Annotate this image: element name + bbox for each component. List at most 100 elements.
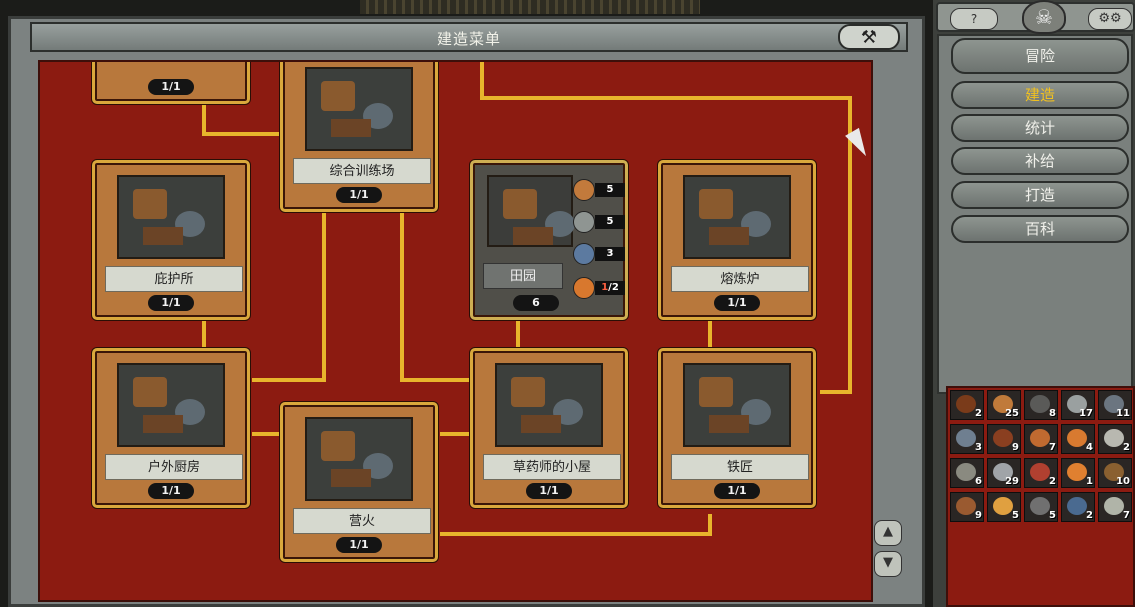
item-count: 3 — [975, 442, 982, 453]
resource-cost: 5 — [573, 179, 625, 201]
building-name: 草药师的小屋 — [483, 454, 621, 480]
item-count: 5 — [1012, 510, 1019, 521]
building-card-top[interactable]: 1/1 — [92, 62, 250, 104]
inventory-slot[interactable]: 9 — [987, 424, 1021, 454]
chevron-down-icon: ▼ — [883, 555, 893, 570]
skull-emblem-icon: ☠ — [1022, 0, 1066, 34]
level-badge: 1/1 — [148, 483, 194, 499]
item-count: 29 — [1005, 476, 1019, 487]
title-bar: 建造菜单 — [30, 22, 908, 52]
pickaxe-icon — [956, 497, 976, 515]
item-count: 2 — [1086, 510, 1093, 521]
inventory-slot[interactable]: 8 — [1024, 390, 1058, 420]
item-count: 8 — [1049, 408, 1056, 419]
inventory-slot[interactable]: 2 — [1024, 458, 1058, 488]
building-card-kitchen[interactable]: 户外厨房 1/1 — [92, 348, 250, 508]
building-name: 综合训练场 — [293, 158, 431, 184]
skull-icon — [1104, 429, 1124, 447]
nav-encyclopedia[interactable]: 百科 — [951, 215, 1129, 243]
top-ornament — [360, 0, 700, 14]
food-orb-icon — [573, 277, 595, 299]
settings-button[interactable]: ⚙⚙ — [1088, 8, 1132, 30]
stone-icon — [573, 211, 595, 233]
inventory-slot[interactable]: 6 — [950, 458, 984, 488]
building-image — [117, 363, 225, 447]
inventory-slot[interactable]: 25 — [987, 390, 1021, 420]
building-image — [305, 67, 413, 151]
inventory-slot[interactable]: 9 — [950, 492, 984, 522]
wire — [252, 212, 326, 382]
nav-stats[interactable]: 统计 — [951, 114, 1129, 142]
building-card-training-ground[interactable]: 综合训练场 1/1 — [280, 62, 438, 212]
chevron-up-icon: ▲ — [883, 524, 893, 539]
close-button[interactable]: ⚒ — [838, 24, 900, 50]
building-name: 户外厨房 — [105, 454, 243, 480]
nav-adventure[interactable]: 冒险 — [951, 38, 1129, 74]
level-badge: 1/1 — [714, 295, 760, 311]
inventory-slot[interactable]: 7 — [1098, 492, 1132, 522]
level-badge: 1/1 — [336, 537, 382, 553]
inventory-slot[interactable]: 5 — [1024, 492, 1058, 522]
scroll-up-button[interactable]: ▲ — [874, 520, 902, 546]
inventory-slot[interactable]: 7 — [1024, 424, 1058, 454]
building-card-herbalist[interactable]: 草药师的小屋 1/1 — [470, 348, 628, 508]
inventory-slot[interactable]: 2 — [950, 390, 984, 420]
building-name: 铁匠 — [671, 454, 809, 480]
level-badge: 1/1 — [148, 79, 194, 95]
inventory-slot[interactable]: 2 — [1061, 492, 1095, 522]
gear-icon: ⚙⚙ — [1098, 11, 1122, 26]
inventory-slot[interactable]: 10 — [1098, 458, 1132, 488]
resource-value: 5 — [595, 215, 625, 229]
building-card-smith[interactable]: 铁匠 1/1 — [658, 348, 816, 508]
wire — [202, 102, 282, 136]
building-name: 田园 — [483, 263, 563, 289]
building-image — [305, 417, 413, 501]
food-orb-icon — [1067, 429, 1087, 447]
item-count: 9 — [975, 510, 982, 521]
building-image — [117, 175, 225, 259]
inventory-slot[interactable]: 11 — [1098, 390, 1132, 420]
resource-cost: 1/2 — [573, 277, 625, 299]
nav-supply[interactable]: 补给 — [951, 147, 1129, 175]
building-card-farm[interactable]: 5 5 3 1/2 田园 6 — [470, 160, 628, 320]
rock-icon — [1030, 395, 1050, 413]
nav-craft[interactable]: 打造 — [951, 181, 1129, 209]
item-count: 5 — [1049, 510, 1056, 521]
item-count: 6 — [975, 476, 982, 487]
inventory-slot[interactable]: 3 — [950, 424, 984, 454]
item-count: 7 — [1049, 442, 1056, 453]
item-count: 10 — [1116, 476, 1130, 487]
ember-icon — [1067, 463, 1087, 481]
sun-orb-icon — [993, 497, 1013, 515]
resource-value: 5 — [595, 183, 625, 197]
inventory-slot[interactable]: 5 — [987, 492, 1021, 522]
connection-wires — [202, 62, 852, 536]
building-name: 熔炼炉 — [671, 266, 809, 292]
ore-icon — [1030, 497, 1050, 515]
inventory-slot[interactable]: 17 — [1061, 390, 1095, 420]
building-card-shelter[interactable]: 庇护所 1/1 — [92, 160, 250, 320]
item-count: 2 — [1123, 442, 1130, 453]
inventory-slot[interactable]: 1 — [1061, 458, 1095, 488]
nav-build[interactable]: 建造 — [951, 81, 1129, 109]
wire — [440, 514, 712, 536]
item-count: 4 — [1086, 442, 1093, 453]
building-card-campfire[interactable]: 营火 1/1 — [280, 402, 438, 562]
building-card-smelter[interactable]: 熔炼炉 1/1 — [658, 160, 816, 320]
item-count: 11 — [1116, 408, 1130, 419]
wire — [400, 212, 472, 382]
inventory-slot[interactable]: 29 — [987, 458, 1021, 488]
help-button[interactable]: ? — [950, 8, 998, 30]
orb-icon — [573, 243, 595, 265]
building-image — [683, 363, 791, 447]
mushroom-icon — [1030, 429, 1050, 447]
branch-icon — [956, 395, 976, 413]
item-count: 2 — [1049, 476, 1056, 487]
inventory-slot[interactable]: 2 — [1098, 424, 1132, 454]
item-count: 9 — [1012, 442, 1019, 453]
inventory-slot[interactable]: 4 — [1061, 424, 1095, 454]
item-count: 2 — [975, 408, 982, 419]
scroll-down-button[interactable]: ▼ — [874, 551, 902, 577]
building-name: 营火 — [293, 508, 431, 534]
stone-orb-icon — [956, 429, 976, 447]
